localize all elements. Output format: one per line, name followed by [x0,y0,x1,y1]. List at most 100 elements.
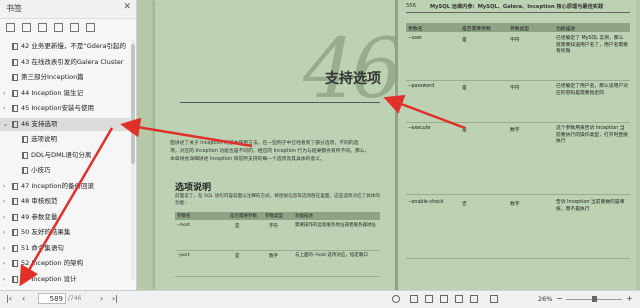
zoom-out-icon[interactable]: − [556,294,563,303]
bookmark-item[interactable]: › 49 参数变量 [0,211,130,224]
chapter-title: 支持选项 [325,71,381,87]
bookmark-item[interactable]: › 45 Inception安装与使用 [0,102,130,115]
table-header-cell: 参数名 [408,27,423,32]
intro-line: 本章将会详细讲述 Inception 目前所支持的每一个选项及其具体的意义。 [170,157,325,162]
bookmark-item[interactable]: › 48 审核规范 [0,195,130,208]
bookmark-label: 44 Inception 诞生记 [21,88,84,97]
left-book-page: 46 支持选项 面讲述了关于 Inception 的基本使用方法。在一些例子中已… [155,0,403,290]
bookmark-label: 小技巧 [31,166,51,174]
chevron-right-icon[interactable]: › [3,211,5,224]
right-book-page: 556 MySQL 运维内参：MySQL、Galera、Inception 核心… [398,0,636,290]
delete-bookmark-icon[interactable] [54,23,63,32]
bookmark-icon [12,182,18,190]
table-cell: 需要操作的远程服务地址或者服务器地址 [295,223,376,228]
bookmark-label: 第三部分Inception篇 [21,73,84,81]
table-cell: 数字 [269,254,278,259]
zoom-level[interactable]: 26% [538,295,552,303]
table-cell: 已经确定了用户名，那么该用户对应的密码是需要指定的 [556,84,628,96]
table-cell: 是 [462,86,467,91]
table-cell: --port [177,253,190,258]
bookmark-item[interactable]: 小技巧 [0,164,130,177]
bookmark-icon [12,120,18,128]
bookmark-item[interactable]: › 51 命令集语句 [0,242,130,255]
close-icon[interactable]: ✕ [123,2,131,12]
section-title: 选项说明 [175,183,212,193]
bookmark-item[interactable]: 第三部分Inception篇 [0,71,130,84]
bookmark-icon [22,136,28,143]
fit-width-icon[interactable] [470,295,478,303]
prev-page-icon[interactable]: ‹ [22,294,25,303]
search-icon[interactable] [70,23,79,32]
options-icon[interactable] [86,23,95,32]
bookmark-label: 53 Inception 设计 [21,274,77,283]
bookmark-icon [12,275,18,283]
chevron-right-icon[interactable]: › [3,257,5,270]
table-row: --user 是 字符 已经确定了 MySQL 实例，那么就需要知道用户名了，用… [406,34,630,81]
bookmark-sidebar: 书签 ✕ 42 业务更新慢，不是“Gdera引起的 43 在线改表引发的Galer… [0,0,137,290]
single-page-icon[interactable] [410,295,418,303]
collapse-all-icon[interactable] [22,23,31,32]
bookmark-item[interactable]: ⌄ 46 支持选项 [0,117,130,131]
bookmark-item[interactable]: › 53 Inception 设计 [0,273,130,286]
table-cell: 这个参数用来告诉 Inception 当前要执行的操作类型，打开时直接执行 [556,126,628,144]
bookmark-label: 46 支持选项 [21,119,58,128]
rotate-icon[interactable] [490,295,498,303]
table-header-cell: 参数类型 [265,214,283,219]
bookmark-item[interactable]: 43 在线改表引发的Galera Cluster [0,56,130,69]
bookmark-label: 42 业务更新慢，不是“Gdera引起的 [21,42,127,50]
header-divider [406,12,630,13]
page-total: /746 [68,295,82,302]
book-view-icon[interactable] [455,295,463,303]
table-header-cell: 是否需要参数 [462,27,491,32]
bookmark-item[interactable]: DDL与DML语句分离 [0,149,130,162]
table-cell: 字符 [510,38,520,43]
bookmark-label: 43 在线改表引发的Galera Cluster [21,57,124,66]
table-header-cell: 功能描述 [556,27,576,32]
bookmark-label: 45 Inception安装与使用 [21,104,95,112]
chevron-right-icon[interactable]: › [3,195,5,208]
expand-all-icon[interactable] [6,23,15,32]
table-row: --execute 是 数字 这个参数用来告诉 Inception 当前要执行的… [406,124,630,195]
chevron-right-icon[interactable]: › [3,102,5,115]
table-cell: 字符 [269,224,278,229]
table-cell: --host [177,223,190,228]
table-row: --enable-check 否 数字 告诉 Inception 当前要做的是审… [406,198,630,259]
first-page-icon[interactable]: |‹ [6,294,12,303]
bookmark-label: DDL与DML语句分离 [31,150,92,159]
table-header-cell: 功能描述 [295,214,313,219]
chevron-right-icon[interactable]: › [3,87,5,100]
chevron-right-icon[interactable]: › [3,242,5,255]
table-cell: 与上面的--host 选项对应，指定端口 [295,253,368,258]
bookmark-icon [12,43,18,50]
bookmark-item[interactable]: › 47 Inception的备份回滚 [0,180,130,193]
sidebar-header: 书签 ✕ [0,0,136,19]
zoom-slider-knob[interactable] [592,296,597,302]
table-header-cell: 参数类型 [510,27,530,32]
next-page-icon[interactable]: › [100,294,103,303]
bookmark-item[interactable]: › 52 Inception 的架构 [0,257,130,270]
page-number-input[interactable]: 589 [38,293,66,304]
bookmark-item[interactable]: 选项说明 [0,133,130,146]
bookmark-item[interactable]: › 44 Inception 诞生记 [0,87,130,100]
chevron-right-icon[interactable]: › [3,273,5,286]
table-header: 参数名 是否需要参数 参数类型 功能描述 [406,23,630,32]
chevron-right-icon[interactable]: › [3,226,5,239]
zoom-in-icon[interactable]: + [626,294,633,303]
sidebar-scroll-thumb[interactable] [131,44,135,164]
bookmark-icon [12,244,18,252]
chevron-right-icon[interactable]: › [3,180,5,193]
last-page-icon[interactable]: ›| [112,294,118,303]
bookmark-label: 选项说明 [31,135,57,143]
table-cell: --execute [408,126,431,131]
intro-line: 项，对应的 Inception 功能也是不同的，相应的 Inception 行为… [170,149,370,154]
bookmark-item[interactable]: › 50 友好的结果集 [0,226,130,239]
table-cell: 数字 [510,128,520,133]
continuous-icon[interactable] [440,295,448,303]
eye-icon[interactable] [392,295,400,303]
bookmark-item[interactable]: 42 业务更新慢，不是“Gdera引起的 [0,40,130,53]
chevron-down-icon[interactable]: ⌄ [3,118,8,131]
bookmark-icon [12,58,18,66]
add-bookmark-icon[interactable] [38,23,47,32]
double-page-icon[interactable] [425,295,433,303]
bookmark-label: 48 审核规范 [21,197,58,205]
